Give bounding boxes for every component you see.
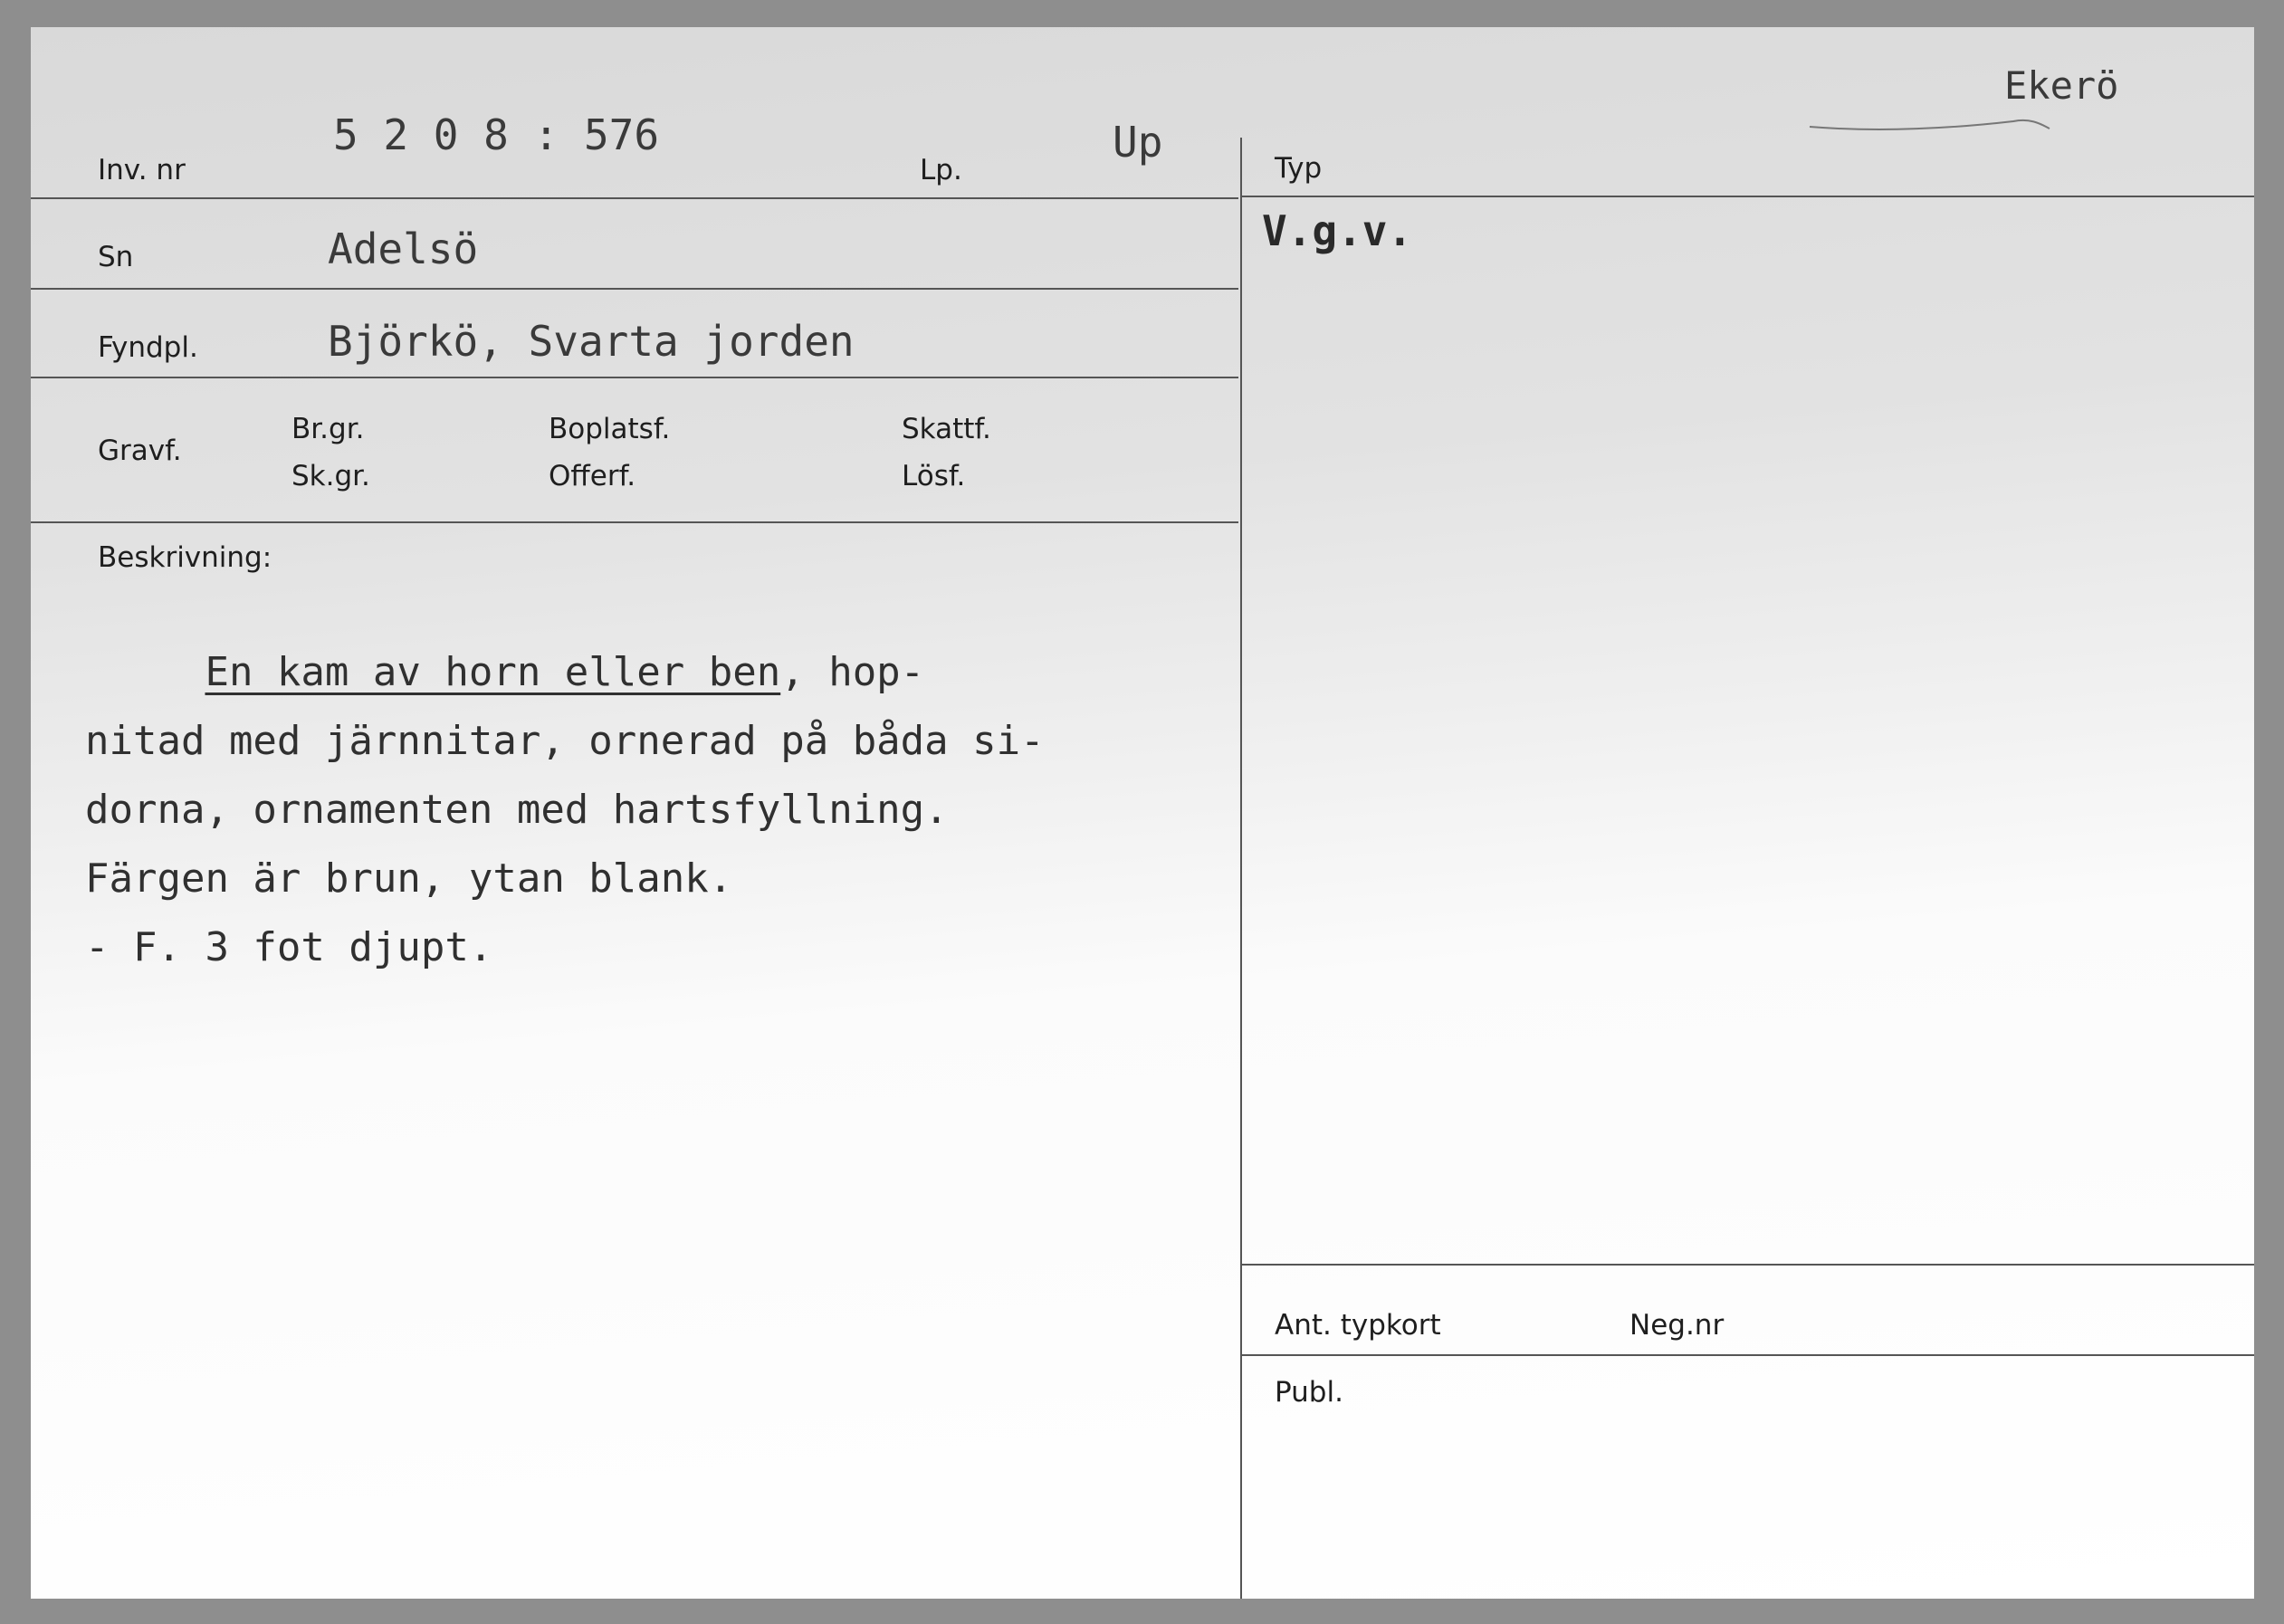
divider-after-typ <box>1242 196 2254 197</box>
inv-nr-label: Inv. nr <box>98 154 186 186</box>
description-line5: - F. 3 fot djupt. <box>85 924 493 970</box>
typ-label: Typ <box>1275 152 1323 185</box>
divider-after-gravf <box>31 521 1238 523</box>
offerf-label: Offerf. <box>549 460 636 492</box>
lp-label: Lp. <box>920 154 962 186</box>
br-gr-label: Br.gr. <box>291 413 365 445</box>
gravf-label: Gravf. <box>98 435 182 467</box>
typ-value: V.g.v. <box>1262 206 1413 255</box>
region-value: Ekerö <box>2004 63 2119 108</box>
catalog-card: Inv. nr 5 2 0 8 : 576 Lp. Up Typ Ekerö S… <box>31 27 2254 1599</box>
skattf-label: Skattf. <box>902 413 991 445</box>
description-indent <box>85 649 205 695</box>
sn-label: Sn <box>98 241 134 273</box>
neg-nr-label: Neg.nr <box>1629 1309 1725 1342</box>
losf-label: Lösf. <box>902 460 966 492</box>
divider-after-fyndpl <box>31 377 1238 378</box>
divider-above-publ <box>1242 1354 2254 1356</box>
beskrivning-label: Beskrivning: <box>98 541 272 574</box>
publ-label: Publ. <box>1275 1376 1343 1409</box>
pencil-mark <box>1809 119 2050 130</box>
description-line1-rest: , hop- <box>780 649 925 695</box>
divider-above-typkort <box>1242 1264 2254 1266</box>
ant-typkort-label: Ant. typkort <box>1275 1309 1441 1342</box>
divider-after-sn <box>31 288 1238 290</box>
fyndpl-value: Björkö, Svarta jorden <box>328 317 855 366</box>
sk-gr-label: Sk.gr. <box>291 460 370 492</box>
description-line2: nitad med järnnitar, ornerad på båda si- <box>85 718 1045 764</box>
fyndpl-label: Fyndpl. <box>98 331 198 364</box>
boplatsf-label: Boplatsf. <box>549 413 671 445</box>
inv-nr-value: 5 2 0 8 : 576 <box>333 110 660 159</box>
province-value: Up <box>1113 118 1163 167</box>
description-line4: Färgen är brun, ytan blank. <box>85 855 733 902</box>
description-text: En kam av horn eller ben, hop- nitad med… <box>85 638 1262 982</box>
vertical-divider <box>1240 138 1242 1599</box>
divider-after-inv <box>31 197 1238 199</box>
description-line3: dorna, ornamenten med hartsfyllning. <box>85 787 949 833</box>
sn-value: Adelsö <box>328 224 479 273</box>
description-underlined-phrase: En kam av horn eller ben <box>205 649 781 695</box>
